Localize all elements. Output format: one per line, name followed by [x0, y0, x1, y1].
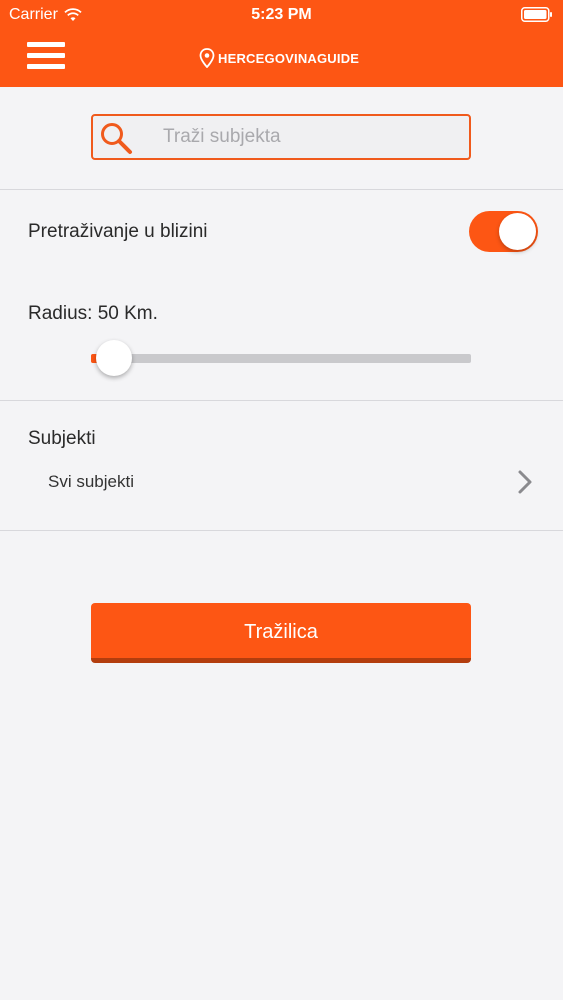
nav-bar: HERCEGOVINAGUIDE: [0, 30, 563, 87]
chevron-right-icon: [518, 470, 532, 494]
brand-name: HERCEGOVINAGUIDE: [218, 50, 360, 66]
brand-logo: HERCEGOVINAGUIDE: [199, 47, 359, 69]
toggle-knob: [499, 213, 536, 250]
search-input[interactable]: [163, 122, 453, 152]
radius-label: Radius: 50 Km.: [28, 303, 158, 324]
app-header: Carrier 5:23 PM HERCEGOVINAGUIDE: [0, 0, 563, 87]
battery-icon: [521, 7, 552, 22]
radius-slider[interactable]: [91, 340, 471, 376]
subjects-selected-value: Svi subjekti: [48, 472, 134, 491]
subjects-section: Subjekti Svi subjekti: [0, 401, 563, 531]
subjects-title: Subjekti: [28, 428, 96, 449]
nearby-section: Pretraživanje u blizini Radius: 50 Km.: [0, 190, 563, 401]
hamburger-menu-icon[interactable]: [27, 42, 65, 70]
slider-thumb[interactable]: [95, 340, 132, 376]
nearby-search-label: Pretraživanje u blizini: [28, 221, 208, 242]
status-bar: Carrier 5:23 PM: [0, 0, 563, 30]
status-time: 5:23 PM: [251, 6, 312, 23]
nearby-search-toggle[interactable]: [469, 211, 538, 252]
search-box[interactable]: [91, 114, 471, 160]
magnifier-icon: [101, 123, 132, 154]
search-button[interactable]: Tražilica: [91, 603, 471, 663]
subjects-selector[interactable]: Svi subjekti: [0, 459, 563, 505]
location-pin-icon: [199, 48, 215, 68]
search-section: [0, 87, 563, 190]
slider-track: [91, 354, 471, 363]
